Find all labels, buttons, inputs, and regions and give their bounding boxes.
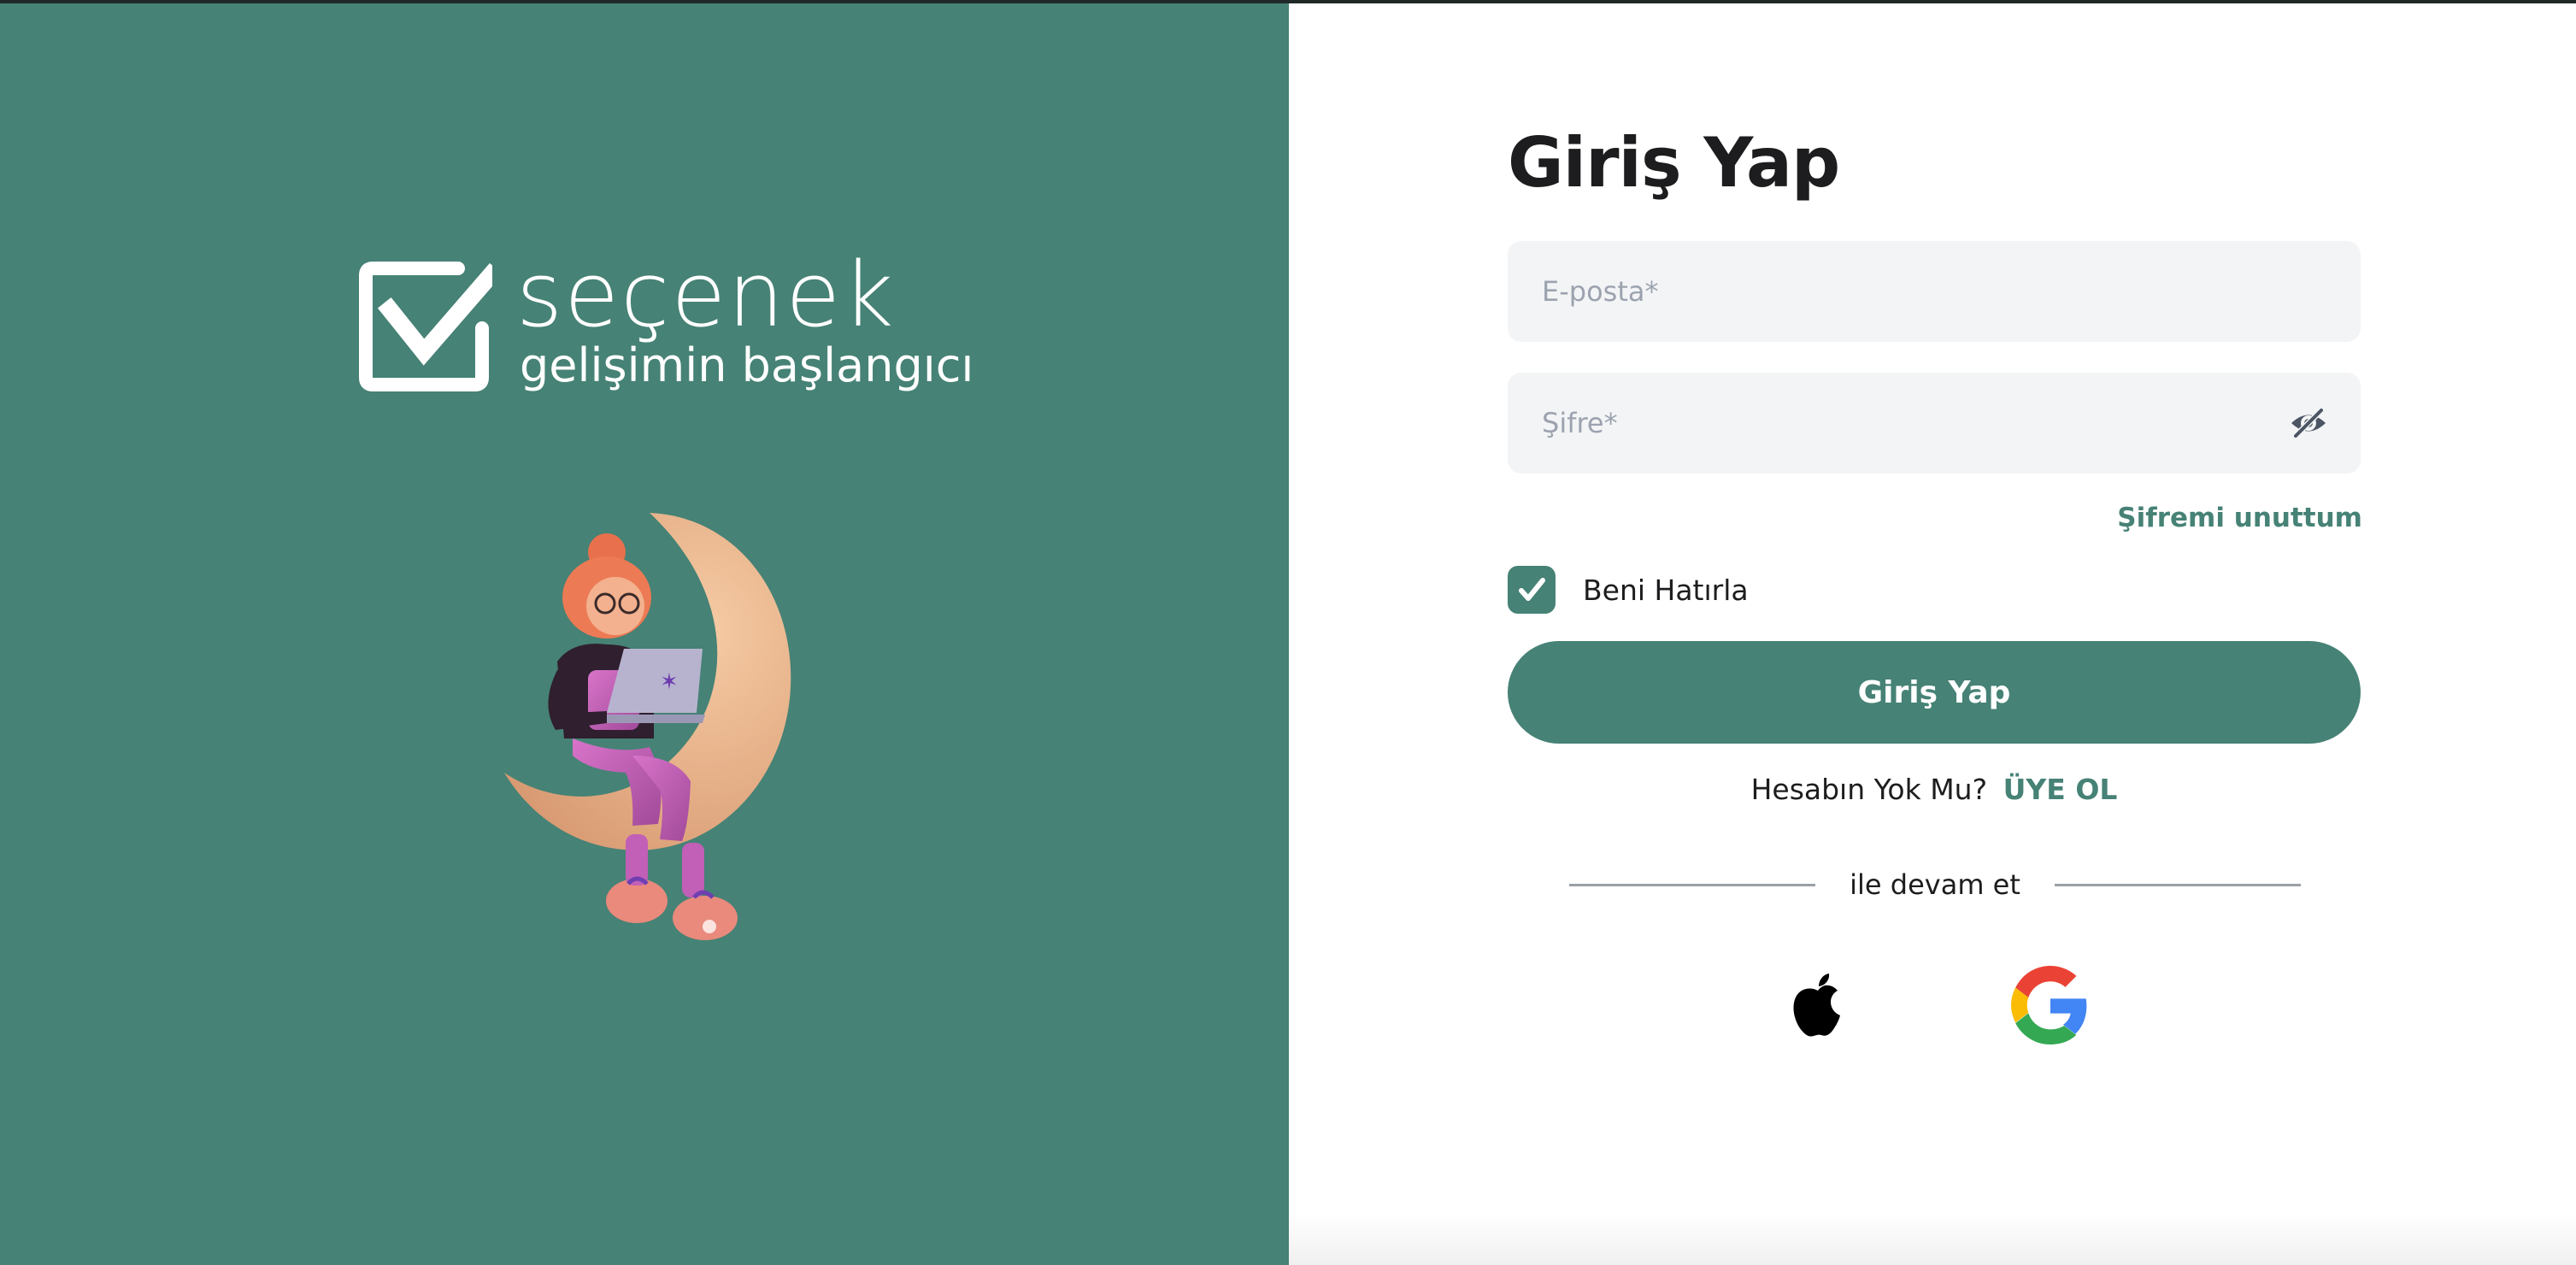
remember-me-label: Beni Hatırla [1583,573,1749,607]
signup-link[interactable]: ÜYE OL [2003,773,2118,806]
divider-line-left [1569,883,1816,886]
remember-me[interactable]: Beni Hatırla [1508,566,1749,614]
divider-text: ile devam et [1850,868,2020,901]
remember-me-checkbox[interactable] [1508,566,1556,614]
brand-text: seçenek gelişimin başlangıcı [516,250,974,392]
checkbox-logo-icon [359,262,492,391]
social-divider: ile devam et [1569,868,2302,901]
brand-wordmark: seçenek [516,243,896,347]
login-page: seçenek gelişimin başlangıcı ✶ Giriş Yap… [0,0,2576,1265]
divider-line-right [2054,883,2302,886]
google-login-button[interactable] [2009,964,2091,1046]
bottom-shade [1289,1214,2576,1265]
signup-prompt: Hesabın Yok Mu? ÜYE OL [1508,773,2361,806]
social-login [1508,964,2361,1046]
google-icon [2011,966,2087,1044]
login-panel: Giriş Yap Şifremi unuttum [1289,3,2576,1265]
brand-tagline: gelişimin başlangıcı [520,338,974,392]
email-input[interactable] [1540,274,2328,309]
eye-slash-icon[interactable] [2289,403,2328,443]
signup-prompt-text: Hesabın Yok Mu? [1750,773,1988,806]
brand-panel: seçenek gelişimin başlangıcı ✶ [0,3,1289,1265]
page-title: Giriş Yap [1508,123,1840,203]
login-button[interactable]: Giriş Yap [1508,641,2361,744]
apple-icon [1793,974,1840,1037]
email-field-container[interactable] [1508,241,2361,342]
password-input[interactable] [1540,406,2289,440]
apple-login-button[interactable] [1777,964,1859,1046]
password-field-container[interactable] [1508,373,2361,474]
forgot-password-link[interactable]: Şifremi unuttum [2117,503,2362,533]
svg-text:✶: ✶ [660,669,679,695]
brand-logo: seçenek gelişimin başlangıcı [357,250,974,395]
checkmark-icon [1519,578,1545,601]
girl-on-moon-illustration: ✶ [504,513,791,940]
